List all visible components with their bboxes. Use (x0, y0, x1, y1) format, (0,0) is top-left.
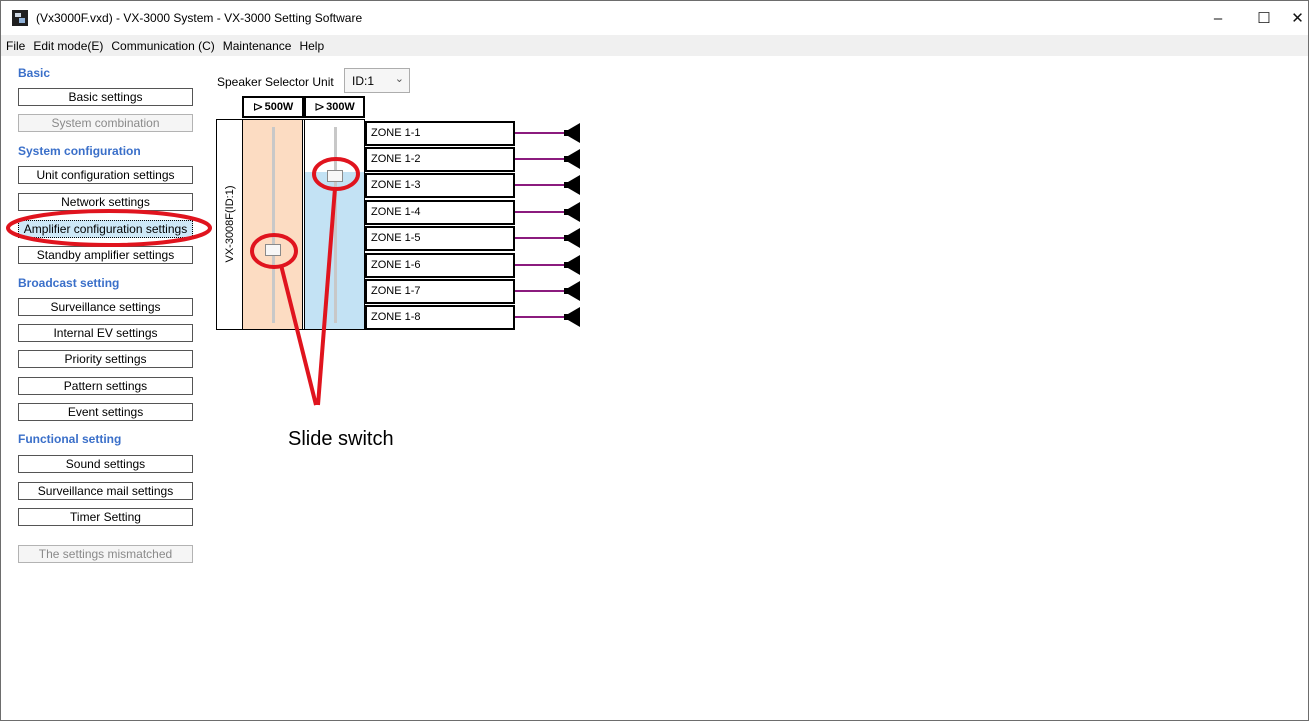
annotation-highlight-ellipse (250, 233, 298, 269)
annotation-overlay (6, 157, 360, 406)
app-window: (Vx3000F.vxd) - VX-3000 System - VX-3000… (0, 0, 1309, 721)
annotation-pointer-line (279, 264, 318, 406)
annotation-highlight-ellipse (6, 209, 212, 247)
annotation-label: Slide switch (288, 428, 394, 450)
annotation-pointer-line (316, 187, 337, 406)
annotation-highlight-ellipse (312, 157, 360, 191)
